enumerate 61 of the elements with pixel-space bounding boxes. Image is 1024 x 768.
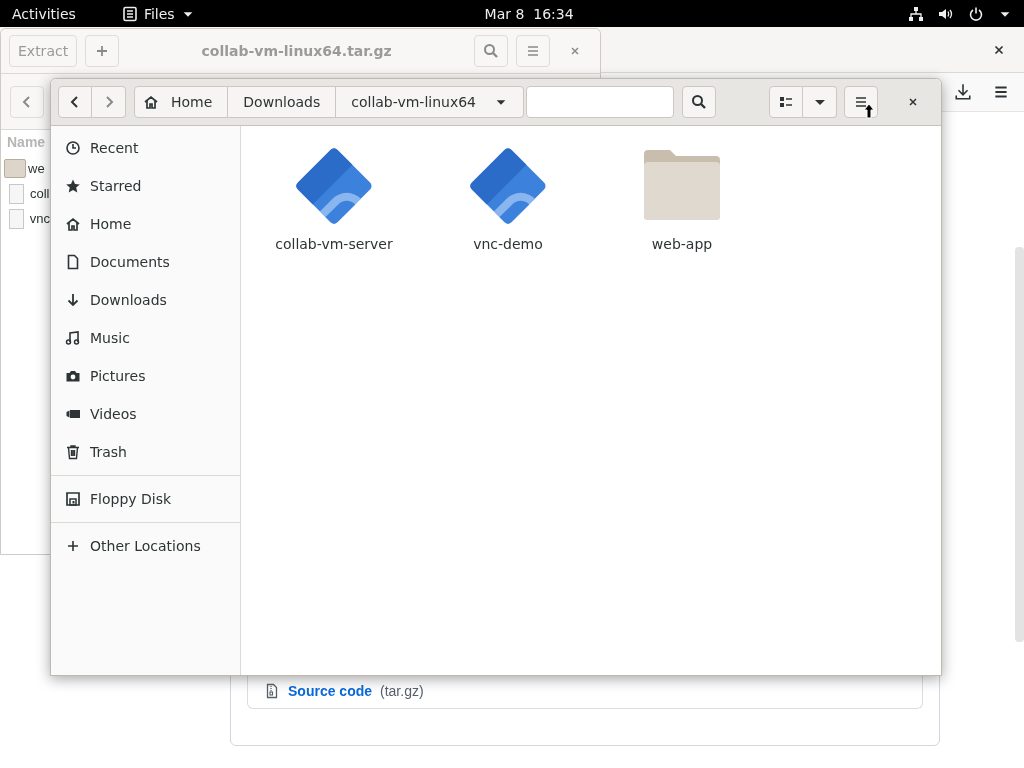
sidebar-item[interactable]: Starred	[51, 167, 240, 205]
activities-button[interactable]: Activities	[12, 5, 76, 22]
menu-button[interactable]	[844, 86, 878, 118]
sidebar-item[interactable]: Documents	[51, 243, 240, 281]
app-icon	[121, 5, 138, 22]
power-icon	[968, 5, 984, 22]
file-name[interactable]: web-app	[651, 236, 713, 252]
clock[interactable]: Mar 8 16:34	[484, 5, 574, 22]
sidebar-item[interactable]: Recent	[51, 129, 240, 167]
file-format: (tar.gz)	[380, 683, 424, 699]
sidebar-item[interactable]: Floppy Disk	[51, 480, 240, 518]
path-button[interactable]: Downloads	[228, 86, 337, 118]
home-icon	[143, 94, 159, 110]
sidebar-item[interactable]: Other Locations	[51, 527, 240, 565]
folder-icon	[4, 159, 26, 178]
document-icon	[65, 254, 81, 270]
view-button[interactable]	[769, 86, 803, 118]
menu-icon	[853, 94, 869, 110]
system-menu[interactable]	[908, 5, 1012, 22]
column-header: Name	[6, 134, 47, 152]
location-field[interactable]	[526, 86, 675, 118]
clock-icon	[65, 140, 81, 156]
sidebar-item[interactable]: Music	[51, 319, 240, 357]
download-icon	[954, 83, 972, 101]
file-name[interactable]: collab-vm-server	[275, 236, 393, 252]
source-code-link[interactable]: Source code	[288, 683, 373, 699]
file-icon	[9, 208, 24, 229]
star-icon	[65, 178, 81, 194]
file-name[interactable]: we	[28, 161, 45, 176]
search-icon	[483, 43, 499, 59]
list-view-icon	[778, 94, 794, 110]
add-button[interactable]	[85, 35, 120, 67]
sidebar-item[interactable]: Downloads	[51, 281, 240, 319]
mouse-pointer-icon	[861, 103, 877, 119]
app-menu[interactable]: Files	[121, 5, 195, 22]
trash-icon	[65, 444, 81, 460]
close-icon	[907, 96, 919, 108]
back-button[interactable]	[58, 86, 92, 118]
search-icon	[691, 94, 708, 110]
file-name[interactable]: vnc-demo	[473, 236, 543, 252]
file-name[interactable]: vnc	[29, 211, 50, 226]
sidebar-item[interactable]: Videos	[51, 395, 240, 433]
plus-icon	[65, 538, 81, 554]
window-title: collab-vm-linux64.tar.gz	[200, 43, 393, 59]
sidebar-item[interactable]: Trash	[51, 433, 240, 471]
file-icon	[9, 183, 24, 204]
down-arrow-icon	[65, 292, 81, 308]
menu-icon	[525, 43, 541, 59]
scrollbar-thumb[interactable]	[1015, 247, 1024, 642]
file-name[interactable]: coll	[30, 186, 50, 201]
network-icon	[908, 5, 924, 22]
home-icon	[65, 216, 81, 232]
path-button[interactable]: Home	[134, 86, 229, 118]
sidebar-item[interactable]: Pictures	[51, 357, 240, 395]
camera-icon	[65, 368, 81, 384]
sidebar-item[interactable]: Home	[51, 205, 240, 243]
search-button[interactable]	[682, 86, 717, 118]
path-button[interactable]: collab-vm-linux64	[336, 86, 525, 118]
zip-file-icon	[264, 683, 280, 699]
close-icon	[569, 45, 581, 57]
music-note-icon	[65, 330, 81, 346]
